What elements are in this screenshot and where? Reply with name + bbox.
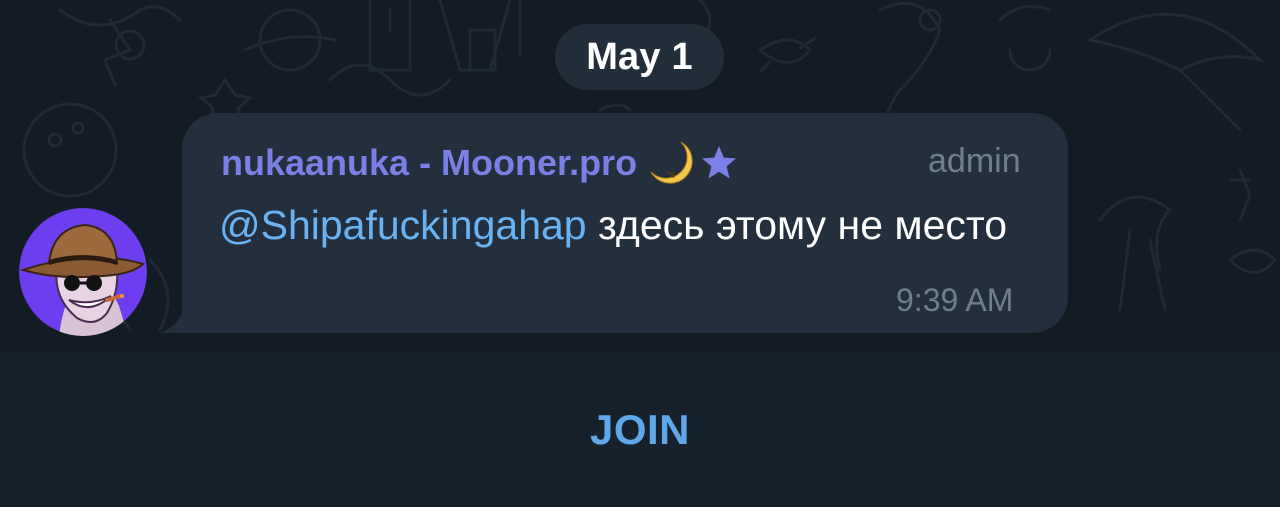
join-button[interactable]: JOIN bbox=[0, 352, 1280, 507]
sender-name-row[interactable]: nukaanuka - Mooner.pro bbox=[221, 138, 739, 188]
avatar[interactable] bbox=[19, 208, 147, 336]
cowboy-avatar-icon bbox=[19, 208, 147, 336]
chat-area: May 1 nukaanuka - Mooner.pro admin @Ship… bbox=[0, 0, 1280, 352]
star-icon bbox=[702, 146, 737, 179]
message-body: здесь этому не место bbox=[586, 202, 1007, 248]
admin-badge: admin bbox=[928, 142, 1021, 180]
date-divider: May 1 bbox=[555, 24, 724, 90]
message-timestamp: 9:39 AM bbox=[896, 282, 1014, 318]
crescent-moon-icon bbox=[650, 141, 693, 184]
mention-link[interactable]: @Shipafuckingahap bbox=[219, 202, 587, 248]
message-text: @Shipafuckingahap здесь этому не место bbox=[219, 198, 1039, 252]
sender-name[interactable]: nukaanuka - Mooner.pro bbox=[221, 142, 637, 184]
